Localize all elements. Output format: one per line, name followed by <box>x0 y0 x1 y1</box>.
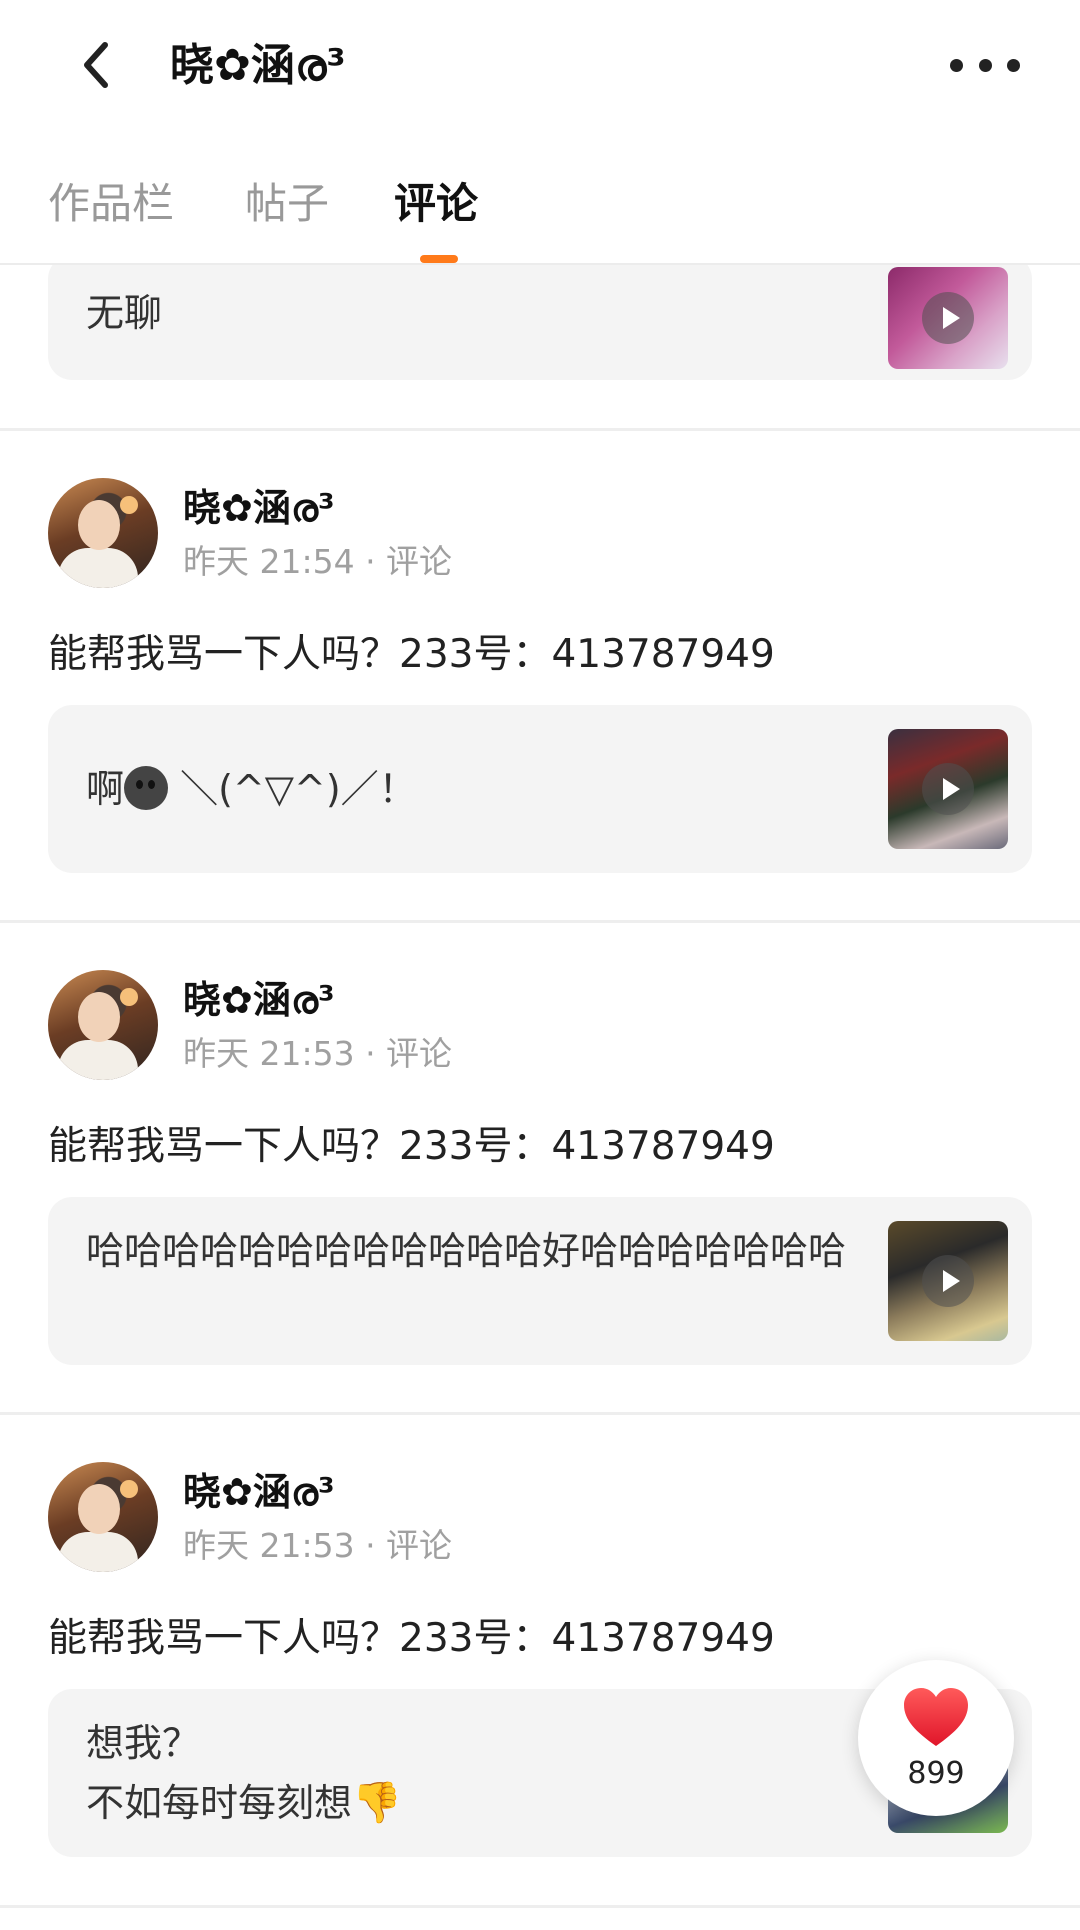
divider <box>0 428 1080 431</box>
active-tab-indicator <box>420 255 458 263</box>
comment-meta: 昨天 21:53 · 评论 <box>183 1034 453 1073</box>
avatar[interactable] <box>48 478 158 588</box>
quoted-post-text: 啊 ＼(^▽^)／！ <box>86 766 417 811</box>
heart-icon <box>904 1688 968 1746</box>
quoted-post[interactable]: 无聊 <box>48 265 1032 380</box>
comment-text: 能帮我骂一下人吗？233号：413787949 <box>48 1124 775 1169</box>
play-icon <box>922 763 974 815</box>
username[interactable]: 晓✿涵ര³ <box>183 483 335 533</box>
avatar[interactable] <box>48 970 158 1080</box>
dark-face-emoji-icon <box>124 766 169 810</box>
play-icon <box>922 1255 974 1307</box>
comment-text: 能帮我骂一下人吗？233号：413787949 <box>48 632 775 677</box>
tab-bar: 作品栏 帖子 评论 <box>0 160 1080 265</box>
comment-meta: 昨天 21:54 · 评论 <box>183 542 453 581</box>
tab-comments[interactable]: 评论 <box>394 172 478 236</box>
quoted-post-text: 无聊 <box>86 291 163 335</box>
username[interactable]: 晓✿涵ര³ <box>183 1467 335 1517</box>
more-button[interactable] <box>950 40 1020 90</box>
divider <box>0 920 1080 923</box>
video-thumbnail[interactable] <box>888 1221 1008 1341</box>
thumbs-down-icon: 👎 <box>352 1780 402 1826</box>
quoted-post-text: 哈哈哈哈哈哈哈哈哈哈哈哈好哈哈哈哈哈哈哈 <box>86 1229 847 1273</box>
video-thumbnail[interactable] <box>888 729 1008 849</box>
video-thumbnail[interactable] <box>888 267 1008 369</box>
top-bar: 晓✿涵ര³ <box>0 0 1080 130</box>
play-icon <box>922 292 974 344</box>
tab-works[interactable]: 作品栏 <box>48 172 174 236</box>
comment-text: 能帮我骂一下人吗？233号：413787949 <box>48 1616 775 1661</box>
more-horizontal-icon <box>950 58 963 72</box>
username[interactable]: 晓✿涵ര³ <box>183 975 335 1025</box>
comment-meta: 昨天 21:53 · 评论 <box>183 1526 453 1565</box>
like-count: 899 <box>907 1756 965 1791</box>
chevron-left-icon <box>84 42 108 88</box>
like-button[interactable]: 899 <box>858 1660 1014 1816</box>
quoted-post[interactable]: 哈哈哈哈哈哈哈哈哈哈哈哈好哈哈哈哈哈哈哈 <box>48 1197 1032 1365</box>
back-button[interactable] <box>70 35 120 95</box>
quoted-post[interactable]: 啊 ＼(^▽^)／！ <box>48 705 1032 873</box>
divider <box>0 1412 1080 1415</box>
page-title: 晓✿涵ര³ <box>170 40 346 91</box>
divider <box>0 1905 1080 1908</box>
tab-posts[interactable]: 帖子 <box>245 172 329 236</box>
quoted-post-text: 想我？ 不如每时每刻想👎 <box>86 1713 866 1833</box>
avatar[interactable] <box>48 1462 158 1572</box>
